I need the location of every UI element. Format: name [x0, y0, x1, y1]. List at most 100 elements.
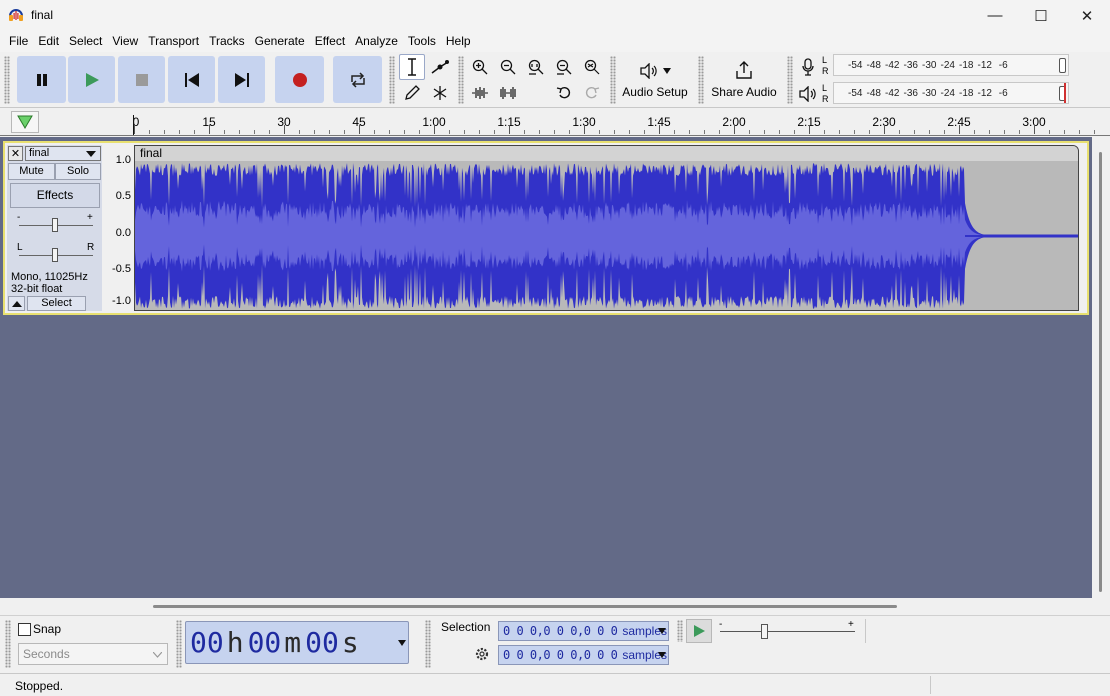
toolbar-grip[interactable]	[389, 56, 395, 104]
ruler-minor-tick	[404, 130, 405, 134]
menu-tools[interactable]: Tools	[403, 32, 441, 51]
menu-select[interactable]: Select	[64, 32, 107, 51]
selection-end-field[interactable]: 0 0 0,0 0 0,0 0 0 samples	[498, 645, 669, 665]
horizontal-scrollbar-thumb[interactable]	[153, 605, 897, 608]
snap-checkbox[interactable]	[18, 623, 31, 636]
close-button[interactable]: ✕	[1064, 0, 1110, 31]
skip-to-end-button[interactable]	[218, 56, 265, 103]
menu-file[interactable]: File	[4, 32, 33, 51]
dropdown-arrow-icon[interactable]	[658, 652, 666, 658]
chevron-down-icon	[153, 652, 162, 658]
menu-generate[interactable]: Generate	[250, 32, 310, 51]
toolbar-grip[interactable]	[458, 56, 464, 104]
speed-slider-thumb[interactable]	[761, 624, 768, 639]
toolbar-grip[interactable]	[5, 620, 11, 668]
speed-slider-track[interactable]	[720, 631, 855, 632]
multi-tool-button[interactable]	[427, 80, 453, 106]
collapse-triangle-icon	[11, 300, 22, 307]
selection-start-field[interactable]: 0 0 0,0 0 0,0 0 0 samples	[498, 621, 669, 641]
menu-tracks[interactable]: Tracks	[204, 32, 250, 51]
snap-label: Snap	[33, 622, 62, 636]
trim-audio-button[interactable]	[467, 80, 493, 106]
speaker-icon	[799, 86, 816, 102]
play-at-speed-button[interactable]	[686, 619, 712, 643]
gain-plus-label: +	[87, 212, 93, 223]
effects-button[interactable]: Effects	[10, 183, 100, 208]
audio-clip[interactable]: final	[134, 145, 1079, 311]
track-panel[interactable]: ✕ final Mute Solo Effects - + L R Mono, …	[0, 137, 1092, 598]
horizontal-scrollbar[interactable]	[0, 598, 1110, 615]
collapse-track-button[interactable]	[8, 296, 25, 311]
playback-meter-button[interactable]	[797, 83, 819, 105]
record-level-meter[interactable]: -54 -48 -42 -36 -30 -24 -18 -12 -6	[833, 54, 1069, 76]
vertical-scrollbar[interactable]	[1092, 137, 1110, 598]
time-hours-unit: h	[226, 626, 244, 659]
audio-track[interactable]: ✕ final Mute Solo Effects - + L R Mono, …	[3, 141, 1089, 315]
menu-help[interactable]: Help	[441, 32, 476, 51]
track-inner: ✕ final Mute Solo Effects - + L R Mono, …	[5, 143, 1087, 313]
audio-setup-button[interactable]: Audio Setup	[618, 54, 692, 104]
track-close-button[interactable]: ✕	[8, 146, 23, 161]
record-meter-slider[interactable]	[1059, 58, 1066, 73]
ruler-minor-tick	[149, 130, 150, 134]
track-format-rate: Mono, 11025Hz	[11, 271, 88, 283]
toolbar-grip[interactable]	[4, 56, 10, 104]
menu-edit[interactable]: Edit	[33, 32, 64, 51]
play-button[interactable]	[68, 56, 115, 103]
status-divider	[930, 676, 931, 694]
track-select-button[interactable]: Select	[27, 296, 86, 311]
draw-tool-button[interactable]	[399, 80, 425, 106]
silence-audio-button[interactable]	[495, 80, 521, 106]
menu-effect[interactable]: Effect	[310, 32, 350, 51]
menu-analyze[interactable]: Analyze	[350, 32, 403, 51]
zoom-in-button[interactable]	[467, 54, 493, 80]
maximize-button[interactable]: ☐	[1018, 0, 1064, 31]
toolbar-grip[interactable]	[787, 56, 793, 104]
speed-plus-label: +	[848, 619, 854, 630]
playback-level-meter[interactable]: -54 -48 -42 -36 -30 -24 -18 -12 -6	[833, 82, 1069, 104]
fit-project-button[interactable]	[551, 54, 577, 80]
clip-header[interactable]: final	[135, 146, 1078, 161]
toolbar-grip[interactable]	[677, 620, 683, 642]
solo-button[interactable]: Solo	[55, 163, 101, 180]
waveform[interactable]	[135, 161, 1079, 311]
redo-button[interactable]	[579, 80, 605, 106]
dropdown-arrow-icon[interactable]	[658, 628, 666, 634]
toolbar-grip[interactable]	[698, 56, 704, 104]
gain-slider-thumb[interactable]	[52, 218, 58, 232]
pause-button[interactable]	[17, 56, 66, 103]
track-format-bits: 32-bit float	[11, 283, 63, 295]
mute-button[interactable]: Mute	[8, 163, 55, 180]
pan-slider-thumb[interactable]	[52, 248, 58, 262]
timeline-ruler[interactable]: 0 15 30 45 1:00 1:15 1:30 1:45 2:00 2:15 2:30 2:45 3…	[0, 108, 1110, 136]
toolbar-grip[interactable]	[610, 56, 616, 104]
record-meter-button[interactable]	[797, 56, 819, 78]
time-display[interactable]: 00 h 00 m 00 s	[185, 621, 409, 664]
envelope-tool-button[interactable]	[427, 54, 453, 80]
ruler-tick	[509, 125, 510, 134]
zoom-out-button[interactable]	[495, 54, 521, 80]
skip-to-start-button[interactable]	[168, 56, 215, 103]
stop-button[interactable]	[118, 56, 165, 103]
time-format-dropdown-icon[interactable]	[398, 640, 406, 646]
selection-tool-button[interactable]	[399, 54, 425, 80]
ruler-tick	[659, 125, 660, 134]
track-name-menu[interactable]: final	[25, 146, 101, 161]
selection-settings-button[interactable]	[473, 645, 491, 663]
snap-unit-select[interactable]: Seconds	[18, 643, 168, 665]
ruler-minor-tick	[674, 130, 675, 134]
minimize-button[interactable]: —	[972, 0, 1018, 31]
undo-button[interactable]	[551, 80, 577, 106]
menu-view[interactable]: View	[107, 32, 143, 51]
share-audio-button[interactable]: Share Audio	[706, 54, 782, 104]
vertical-ruler[interactable]: 1.0 0.5 0.0 -0.5 -1.0	[103, 145, 134, 311]
zoom-toggle-button[interactable]	[579, 54, 605, 80]
loop-button[interactable]	[333, 56, 382, 103]
menu-transport[interactable]: Transport	[143, 32, 204, 51]
fit-selection-button[interactable]	[523, 54, 549, 80]
toolbar-grip[interactable]	[176, 620, 182, 668]
track-name: final	[29, 147, 50, 159]
record-button[interactable]	[275, 56, 324, 103]
toolbar-grip[interactable]	[425, 620, 431, 668]
vertical-scrollbar-thumb[interactable]	[1099, 152, 1102, 592]
